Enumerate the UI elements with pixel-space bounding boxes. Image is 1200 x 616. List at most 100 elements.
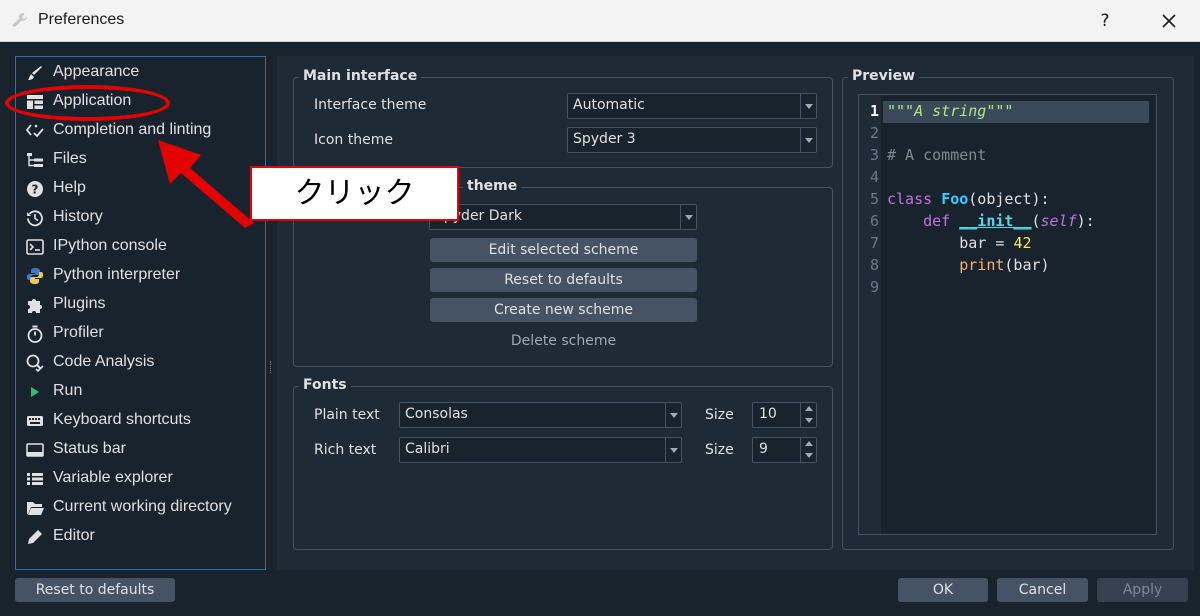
chevron-down-icon xyxy=(680,205,696,229)
line-number: 7 xyxy=(869,234,879,252)
spin-up-icon[interactable] xyxy=(800,438,816,450)
sidebar-item-code-analysis[interactable]: Code Analysis xyxy=(16,349,266,377)
plain-size-label: Size xyxy=(705,407,734,423)
sidebar-item-label: Plugins xyxy=(53,295,106,312)
sidebar-item-editor[interactable]: Editor xyxy=(16,523,266,551)
pencil-icon xyxy=(26,528,44,546)
spin-down-icon[interactable] xyxy=(800,450,816,462)
line-number: 6 xyxy=(869,212,879,230)
plain-size-value: 10 xyxy=(759,406,777,422)
chevron-down-icon xyxy=(800,128,816,152)
close-button[interactable] xyxy=(1156,8,1182,34)
sidebar-item-label: IPython console xyxy=(53,237,167,254)
highlight-ellipse xyxy=(5,85,170,121)
reset-scheme-button[interactable]: Reset to defaults xyxy=(430,268,697,292)
rich-size-spinbox[interactable]: 9 xyxy=(752,437,817,463)
plain-size-spinbox[interactable]: 10 xyxy=(752,402,817,428)
lint-icon xyxy=(25,122,44,140)
line-number: 9 xyxy=(869,278,879,296)
code-def-name: __init__ xyxy=(959,212,1032,230)
sidebar-item-appearance[interactable]: Appearance xyxy=(16,59,266,87)
apply-button[interactable]: Apply xyxy=(1097,578,1188,602)
main-interface-group xyxy=(293,77,833,168)
statusbar-icon xyxy=(26,441,44,459)
code-keyword: def xyxy=(923,212,951,230)
code-line-6: def __init__(self): xyxy=(923,212,1095,230)
window-title: Preferences xyxy=(38,11,125,28)
code-text: (object): xyxy=(968,190,1050,208)
line-number: 4 xyxy=(869,168,879,186)
plain-text-label: Plain text xyxy=(314,407,380,423)
history-icon xyxy=(26,209,44,227)
code-text: (bar) xyxy=(1004,256,1050,274)
rich-font-combo[interactable]: Calibri xyxy=(399,437,682,463)
plain-font-combo[interactable]: Consolas xyxy=(399,402,682,428)
line-number: 2 xyxy=(869,124,879,142)
sidebar-item-run[interactable]: Run xyxy=(16,378,266,406)
run-icon xyxy=(26,383,44,401)
sidebar-item-working-directory[interactable]: Current working directory xyxy=(16,494,266,522)
code-line-1: """A string""" xyxy=(887,102,1013,120)
chevron-down-icon xyxy=(665,438,681,462)
sidebar-item-label: Code Analysis xyxy=(53,353,155,370)
interface-theme-combo[interactable]: Automatic xyxy=(567,93,817,119)
icon-theme-combo[interactable]: Spyder 3 xyxy=(567,127,817,153)
sidebar-item-variable-explorer[interactable]: Variable explorer xyxy=(16,465,266,493)
fonts-title: Fonts xyxy=(299,377,351,393)
line-number-gutter: 1 2 3 4 5 6 7 8 9 xyxy=(859,95,881,534)
sidebar-item-label: Variable explorer xyxy=(53,469,173,486)
rich-text-label: Rich text xyxy=(314,442,377,458)
delete-scheme-button[interactable]: Delete scheme xyxy=(430,329,697,353)
brush-icon xyxy=(26,64,44,82)
sidebar-item-profiler[interactable]: Profiler xyxy=(16,320,266,348)
sidebar-item-label: Help xyxy=(53,179,86,196)
list-icon xyxy=(26,470,44,488)
sidebar-item-label: Python interpreter xyxy=(53,266,181,283)
sidebar-item-plugins[interactable]: Plugins xyxy=(16,291,266,319)
code-builtin: print xyxy=(959,256,1005,274)
syntax-theme-title: theme xyxy=(463,178,522,194)
sidebar-item-label: History xyxy=(53,208,103,225)
reset-all-defaults-button[interactable]: Reset to defaults xyxy=(15,578,175,602)
code-text: bar = xyxy=(959,234,1014,252)
keyboard-icon xyxy=(26,412,44,430)
sidebar-item-keyboard-shortcuts[interactable]: Keyboard shortcuts xyxy=(16,407,266,435)
spin-down-icon[interactable] xyxy=(800,415,816,427)
click-callout: クリック xyxy=(250,166,459,221)
plain-font-value: Consolas xyxy=(405,406,468,422)
code-self: self xyxy=(1040,212,1077,230)
cancel-button[interactable]: Cancel xyxy=(997,578,1088,602)
scheme-combo[interactable]: Spyder Dark xyxy=(429,204,697,230)
splitter-grip xyxy=(270,361,272,373)
sidebar-item-label: Profiler xyxy=(53,324,104,341)
close-icon xyxy=(1162,14,1176,28)
code-line-5: class Foo(object): xyxy=(887,190,1050,208)
sidebar-item-label: Run xyxy=(53,382,83,399)
spin-up-icon[interactable] xyxy=(800,403,816,415)
edit-scheme-button[interactable]: Edit selected scheme xyxy=(430,238,697,262)
sidebar-item-label: Status bar xyxy=(53,440,126,457)
create-scheme-button[interactable]: Create new scheme xyxy=(430,298,697,322)
sidebar-item-status-bar[interactable]: Status bar xyxy=(16,436,266,464)
rich-font-value: Calibri xyxy=(405,441,450,457)
help-button[interactable]: ? xyxy=(1094,8,1116,34)
files-icon xyxy=(26,151,44,169)
rich-size-value: 9 xyxy=(759,441,768,457)
wrench-icon xyxy=(12,12,28,32)
sidebar-item-ipython-console[interactable]: IPython console xyxy=(16,233,266,261)
code-keyword: class xyxy=(887,190,933,208)
icon-theme-value: Spyder 3 xyxy=(573,131,636,147)
ok-button[interactable]: OK xyxy=(898,578,988,602)
chevron-down-icon xyxy=(800,94,816,118)
sidebar-item-python-interpreter[interactable]: Python interpreter xyxy=(16,262,266,290)
preview-editor[interactable]: 1 2 3 4 5 6 7 8 9 """A string""" # A com… xyxy=(858,94,1157,535)
interface-theme-value: Automatic xyxy=(573,97,645,113)
main-interface-title: Main interface xyxy=(299,68,422,84)
code-comment: # A comment xyxy=(887,146,987,164)
sidebar-item-label: Current working directory xyxy=(53,498,232,515)
console-icon xyxy=(26,238,44,256)
python-icon xyxy=(26,267,44,285)
stopwatch-icon xyxy=(26,325,44,343)
line-number: 8 xyxy=(869,256,879,274)
sidebar-item-label: Editor xyxy=(53,527,95,544)
